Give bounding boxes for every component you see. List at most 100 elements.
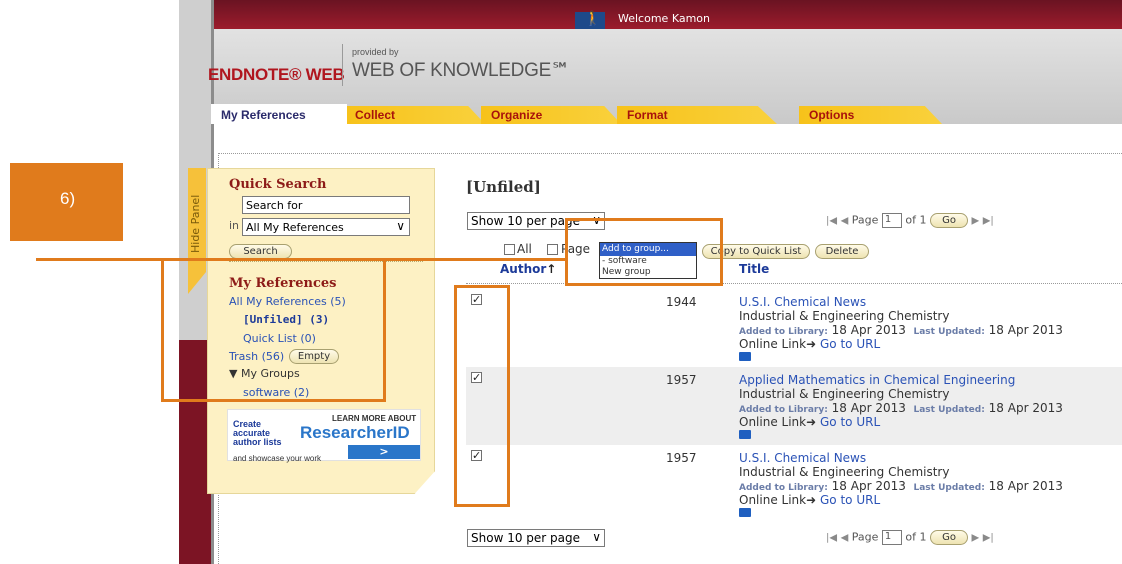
folder-icon[interactable] — [739, 508, 751, 517]
row-title-link[interactable]: Applied Mathematics in Chemical Engineer… — [739, 373, 1015, 387]
go-to-url-link[interactable]: Go to URL — [820, 415, 880, 429]
row-year: 1957 — [666, 373, 697, 387]
create-text: Create accurate author lists — [233, 420, 282, 447]
title-column-header[interactable]: Title — [739, 262, 769, 276]
updated-date: 18 Apr 2013 — [988, 323, 1063, 337]
step-label: 6) — [60, 189, 76, 208]
hide-panel-label: Hide Panel — [189, 194, 202, 253]
tab-label: Options — [809, 108, 855, 122]
go-to-url-link[interactable]: Go to URL — [820, 337, 880, 351]
online-link-label: Online Link — [739, 415, 807, 429]
tab-collect[interactable]: Collect — [345, 106, 485, 124]
row-journal: Industrial & Engineering Chemistry — [739, 465, 950, 479]
hide-panel-tab[interactable]: Hide Panel — [188, 168, 206, 272]
added-date: 18 Apr 2013 — [831, 479, 906, 493]
tab-content-bar — [214, 124, 1122, 154]
tab-label: Format — [627, 108, 668, 122]
page-label: Page — [851, 213, 879, 227]
last-page-icon[interactable]: ▶| — [983, 533, 994, 544]
updated-label: Last Updated: — [913, 405, 985, 415]
learn-more-text: LEARN MORE ABOUT — [332, 414, 417, 423]
next-page-icon[interactable]: ▶ — [972, 216, 980, 227]
updated-date: 18 Apr 2013 — [988, 479, 1063, 493]
screenshot-root: 🚶 Welcome Kamon ENDNOTE® WEB provided by… — [0, 0, 1122, 564]
added-label: Added to Library: — [739, 327, 828, 337]
row-title-link[interactable]: U.S.I. Chemical News — [739, 451, 866, 465]
row-meta: Added to Library: 18 Apr 2013 Last Updat… — [739, 401, 1063, 415]
of-label: of 1 — [905, 213, 927, 227]
pager-bottom: |◀ ◀ Page 1 of 1 Go ▶ ▶| — [826, 530, 994, 545]
prev-page-icon[interactable]: ◀ — [841, 533, 849, 544]
of-label: of 1 — [905, 530, 927, 544]
arrow-right-icon: ➜ — [806, 493, 817, 507]
arrow-right-icon: ➜ — [806, 415, 817, 429]
table-row: ✓ 1957 U.S.I. Chemical News Industrial &… — [466, 445, 1122, 523]
pager-top: |◀ ◀ Page 1 of 1 Go ▶ ▶| — [826, 213, 994, 228]
per-page-select-bottom[interactable]: Show 10 per page ∨ — [467, 529, 605, 547]
select-all-checkbox[interactable] — [504, 244, 515, 255]
go-to-url-link[interactable]: Go to URL — [820, 493, 880, 507]
online-link-label: Online Link — [739, 337, 807, 351]
highlight-row-checkboxes — [454, 285, 510, 507]
chevron-down-icon: ∨ — [396, 219, 405, 233]
row-online-link: Online Link➜ Go to URL — [739, 493, 880, 507]
tab-label: My References — [221, 108, 306, 122]
welcome-text: Welcome Kamon — [618, 12, 710, 25]
researcherid-banner[interactable]: LEARN MORE ABOUT ResearcherID Create accu… — [227, 409, 421, 463]
search-input[interactable]: Search for — [242, 196, 410, 214]
author-column-header[interactable]: Author↑ — [500, 262, 556, 276]
step-callout: 6) — [10, 163, 123, 241]
tab-label: Organize — [491, 108, 543, 122]
go-button[interactable]: Go — [930, 213, 969, 228]
create-line: author lists — [233, 437, 282, 447]
tab-format[interactable]: Format — [617, 106, 777, 124]
delete-button[interactable]: Delete — [815, 244, 869, 259]
row-year: 1957 — [666, 451, 697, 465]
wok-logo: WEB OF KNOWLEDGE℠ — [352, 60, 571, 81]
highlight-my-references — [161, 258, 386, 402]
added-date: 18 Apr 2013 — [831, 401, 906, 415]
select-page-checkbox[interactable] — [547, 244, 558, 255]
updated-date: 18 Apr 2013 — [988, 401, 1063, 415]
person-icon: 🚶 — [584, 11, 602, 27]
row-meta: Added to Library: 18 Apr 2013 Last Updat… — [739, 479, 1063, 493]
page-label: Page — [851, 530, 879, 544]
page-input[interactable]: 1 — [881, 213, 902, 228]
banner-go-button[interactable]: > — [348, 445, 420, 459]
tab-organize[interactable]: Organize — [481, 106, 621, 124]
tab-options[interactable]: Options — [799, 106, 942, 124]
first-page-icon[interactable]: |◀ — [826, 216, 837, 227]
scope-value: All My References — [246, 221, 344, 234]
row-online-link: Online Link➜ Go to URL — [739, 337, 880, 351]
added-label: Added to Library: — [739, 405, 828, 415]
logo-divider — [342, 44, 343, 86]
tab-my-references[interactable]: My References — [211, 104, 347, 124]
provided-by: provided by — [352, 47, 399, 57]
endnote-logo: ENDNOTE® WEB — [208, 65, 345, 84]
in-label: in — [229, 219, 240, 232]
updated-label: Last Updated: — [913, 483, 985, 493]
select-all-label: All — [517, 242, 532, 256]
page-title: [Unfiled] — [466, 178, 541, 196]
highlight-add-to-group — [565, 218, 723, 286]
online-link-label: Online Link — [739, 493, 807, 507]
go-button[interactable]: Go — [930, 530, 969, 545]
row-title-link[interactable]: U.S.I. Chemical News — [739, 295, 866, 309]
table-row: ✓ 1944 U.S.I. Chemical News Industrial &… — [466, 289, 1122, 367]
first-page-icon[interactable]: |◀ — [826, 533, 837, 544]
page-input[interactable]: 1 — [881, 530, 902, 545]
last-page-icon[interactable]: ▶| — [983, 216, 994, 227]
next-page-icon[interactable]: ▶ — [972, 533, 980, 544]
search-scope-select[interactable]: All My References ∨ — [242, 218, 410, 236]
folder-icon[interactable] — [739, 430, 751, 439]
arrow-right-icon: ➜ — [806, 337, 817, 351]
search-button[interactable]: Search — [229, 244, 292, 259]
folder-icon[interactable] — [739, 352, 751, 361]
quick-search-title: Quick Search — [229, 177, 327, 192]
prev-page-icon[interactable]: ◀ — [841, 216, 849, 227]
researcherid-logo: ResearcherID — [300, 423, 410, 442]
row-meta: Added to Library: 18 Apr 2013 Last Updat… — [739, 323, 1063, 337]
row-year: 1944 — [666, 295, 697, 309]
row-journal: Industrial & Engineering Chemistry — [739, 309, 950, 323]
per-page-value: Show 10 per page — [471, 214, 580, 228]
